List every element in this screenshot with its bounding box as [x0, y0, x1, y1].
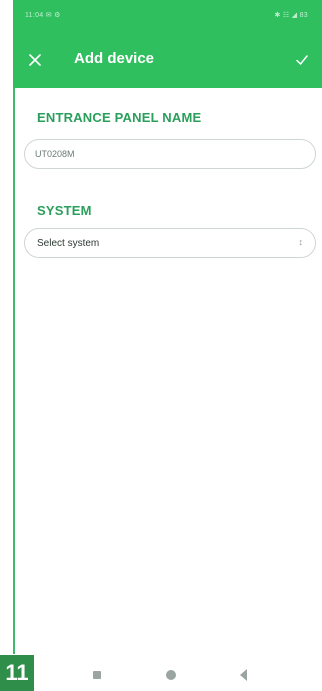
status-left-info: 11:04 ✉ ⚙: [25, 12, 61, 19]
status-bar: 11:04 ✉ ⚙ ✱ ☷ ◢ 83: [13, 0, 322, 38]
home-icon[interactable]: [166, 670, 176, 680]
check-icon: [296, 55, 308, 65]
entrance-panel-name-field[interactable]: [24, 139, 316, 169]
system-select[interactable]: Select system ↕: [24, 228, 316, 258]
recent-apps-icon[interactable]: [93, 671, 101, 679]
select-arrows-icon: ↕: [298, 237, 304, 247]
app-bar: Add device: [13, 38, 322, 88]
back-icon[interactable]: [240, 669, 247, 681]
app-header: 11:04 ✉ ⚙ ✱ ☷ ◢ 83 Add device: [13, 0, 322, 88]
system-select-value: Select system: [37, 238, 100, 249]
close-icon: [29, 54, 41, 66]
system-label: SYSTEM: [37, 203, 92, 218]
confirm-button[interactable]: [290, 48, 314, 72]
page-number-badge: 11: [0, 655, 34, 691]
entrance-panel-name-input[interactable]: [35, 140, 295, 168]
left-divider-line: [13, 88, 15, 654]
entrance-panel-name-label: ENTRANCE PANEL NAME: [37, 110, 202, 125]
bottom-navigation-bar: 11: [0, 654, 322, 691]
page-title: Add device: [74, 50, 155, 67]
status-right-info: ✱ ☷ ◢ 83: [274, 12, 308, 19]
app-screen: 11:04 ✉ ⚙ ✱ ☷ ◢ 83 Add device ENTRANCE P…: [0, 0, 322, 691]
close-button[interactable]: [23, 48, 47, 72]
